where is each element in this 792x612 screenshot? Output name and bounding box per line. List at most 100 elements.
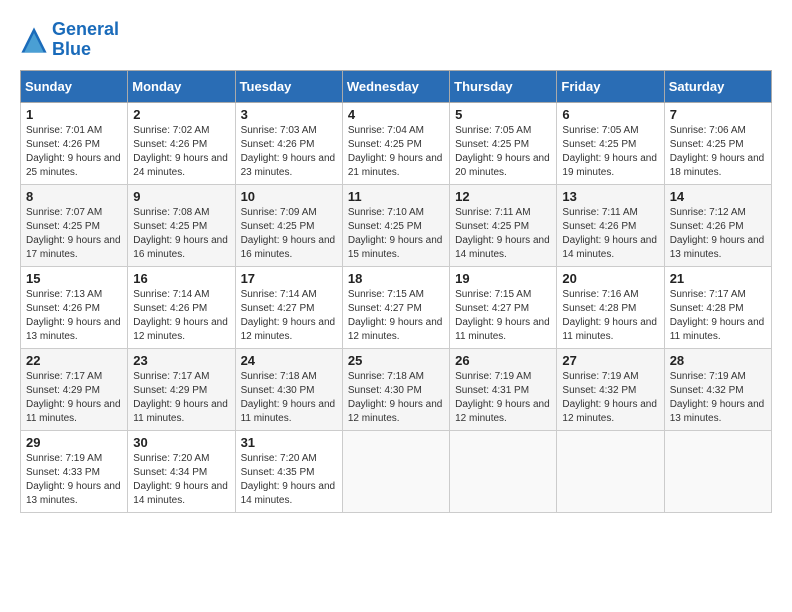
calendar-cell: 4 Sunrise: 7:04 AM Sunset: 4:25 PM Dayli…	[342, 102, 449, 184]
day-info: Sunrise: 7:20 AM Sunset: 4:35 PM Dayligh…	[241, 452, 337, 508]
day-number: 28	[670, 353, 766, 368]
day-info: Sunrise: 7:06 AM Sunset: 4:25 PM Dayligh…	[670, 124, 766, 180]
calendar-cell: 21 Sunrise: 7:17 AM Sunset: 4:28 PM Dayl…	[664, 266, 771, 348]
calendar-cell: 24 Sunrise: 7:18 AM Sunset: 4:30 PM Dayl…	[235, 348, 342, 430]
day-info: Sunrise: 7:19 AM Sunset: 4:32 PM Dayligh…	[670, 370, 766, 426]
calendar-cell: 23 Sunrise: 7:17 AM Sunset: 4:29 PM Dayl…	[128, 348, 235, 430]
day-number: 14	[670, 189, 766, 204]
logo-text: General Blue	[52, 20, 119, 60]
day-info: Sunrise: 7:18 AM Sunset: 4:30 PM Dayligh…	[241, 370, 337, 426]
calendar-cell: 22 Sunrise: 7:17 AM Sunset: 4:29 PM Dayl…	[21, 348, 128, 430]
day-info: Sunrise: 7:03 AM Sunset: 4:26 PM Dayligh…	[241, 124, 337, 180]
day-info: Sunrise: 7:04 AM Sunset: 4:25 PM Dayligh…	[348, 124, 444, 180]
calendar-cell: 15 Sunrise: 7:13 AM Sunset: 4:26 PM Dayl…	[21, 266, 128, 348]
day-info: Sunrise: 7:14 AM Sunset: 4:26 PM Dayligh…	[133, 288, 229, 344]
calendar-cell: 27 Sunrise: 7:19 AM Sunset: 4:32 PM Dayl…	[557, 348, 664, 430]
day-info: Sunrise: 7:09 AM Sunset: 4:25 PM Dayligh…	[241, 206, 337, 262]
calendar-cell: 3 Sunrise: 7:03 AM Sunset: 4:26 PM Dayli…	[235, 102, 342, 184]
day-number: 6	[562, 107, 658, 122]
calendar-cell: 11 Sunrise: 7:10 AM Sunset: 4:25 PM Dayl…	[342, 184, 449, 266]
calendar-cell: 14 Sunrise: 7:12 AM Sunset: 4:26 PM Dayl…	[664, 184, 771, 266]
day-number: 17	[241, 271, 337, 286]
day-number: 18	[348, 271, 444, 286]
day-info: Sunrise: 7:19 AM Sunset: 4:31 PM Dayligh…	[455, 370, 551, 426]
calendar-cell	[557, 430, 664, 512]
day-info: Sunrise: 7:15 AM Sunset: 4:27 PM Dayligh…	[455, 288, 551, 344]
day-info: Sunrise: 7:01 AM Sunset: 4:26 PM Dayligh…	[26, 124, 122, 180]
weekday-header-thursday: Thursday	[450, 70, 557, 102]
day-info: Sunrise: 7:14 AM Sunset: 4:27 PM Dayligh…	[241, 288, 337, 344]
day-info: Sunrise: 7:05 AM Sunset: 4:25 PM Dayligh…	[562, 124, 658, 180]
weekday-header-tuesday: Tuesday	[235, 70, 342, 102]
day-info: Sunrise: 7:02 AM Sunset: 4:26 PM Dayligh…	[133, 124, 229, 180]
day-info: Sunrise: 7:07 AM Sunset: 4:25 PM Dayligh…	[26, 206, 122, 262]
day-number: 9	[133, 189, 229, 204]
calendar-cell: 28 Sunrise: 7:19 AM Sunset: 4:32 PM Dayl…	[664, 348, 771, 430]
day-info: Sunrise: 7:08 AM Sunset: 4:25 PM Dayligh…	[133, 206, 229, 262]
weekday-header-wednesday: Wednesday	[342, 70, 449, 102]
day-number: 23	[133, 353, 229, 368]
day-number: 3	[241, 107, 337, 122]
calendar-cell: 26 Sunrise: 7:19 AM Sunset: 4:31 PM Dayl…	[450, 348, 557, 430]
day-number: 22	[26, 353, 122, 368]
calendar-cell: 12 Sunrise: 7:11 AM Sunset: 4:25 PM Dayl…	[450, 184, 557, 266]
calendar-cell: 25 Sunrise: 7:18 AM Sunset: 4:30 PM Dayl…	[342, 348, 449, 430]
day-number: 1	[26, 107, 122, 122]
logo: General Blue	[20, 20, 119, 60]
day-info: Sunrise: 7:20 AM Sunset: 4:34 PM Dayligh…	[133, 452, 229, 508]
day-number: 13	[562, 189, 658, 204]
day-info: Sunrise: 7:11 AM Sunset: 4:26 PM Dayligh…	[562, 206, 658, 262]
day-info: Sunrise: 7:13 AM Sunset: 4:26 PM Dayligh…	[26, 288, 122, 344]
day-info: Sunrise: 7:15 AM Sunset: 4:27 PM Dayligh…	[348, 288, 444, 344]
calendar-cell	[664, 430, 771, 512]
calendar-cell: 29 Sunrise: 7:19 AM Sunset: 4:33 PM Dayl…	[21, 430, 128, 512]
calendar-cell: 6 Sunrise: 7:05 AM Sunset: 4:25 PM Dayli…	[557, 102, 664, 184]
day-info: Sunrise: 7:17 AM Sunset: 4:29 PM Dayligh…	[26, 370, 122, 426]
day-number: 30	[133, 435, 229, 450]
day-info: Sunrise: 7:17 AM Sunset: 4:28 PM Dayligh…	[670, 288, 766, 344]
calendar-cell: 19 Sunrise: 7:15 AM Sunset: 4:27 PM Dayl…	[450, 266, 557, 348]
weekday-header-sunday: Sunday	[21, 70, 128, 102]
page-header: General Blue	[20, 20, 772, 60]
day-number: 11	[348, 189, 444, 204]
calendar-cell: 16 Sunrise: 7:14 AM Sunset: 4:26 PM Dayl…	[128, 266, 235, 348]
calendar-cell: 17 Sunrise: 7:14 AM Sunset: 4:27 PM Dayl…	[235, 266, 342, 348]
calendar-cell: 10 Sunrise: 7:09 AM Sunset: 4:25 PM Dayl…	[235, 184, 342, 266]
day-info: Sunrise: 7:11 AM Sunset: 4:25 PM Dayligh…	[455, 206, 551, 262]
calendar-cell: 7 Sunrise: 7:06 AM Sunset: 4:25 PM Dayli…	[664, 102, 771, 184]
calendar-cell: 1 Sunrise: 7:01 AM Sunset: 4:26 PM Dayli…	[21, 102, 128, 184]
logo-icon	[20, 26, 48, 54]
day-info: Sunrise: 7:17 AM Sunset: 4:29 PM Dayligh…	[133, 370, 229, 426]
calendar-cell: 30 Sunrise: 7:20 AM Sunset: 4:34 PM Dayl…	[128, 430, 235, 512]
day-number: 27	[562, 353, 658, 368]
calendar-cell: 13 Sunrise: 7:11 AM Sunset: 4:26 PM Dayl…	[557, 184, 664, 266]
calendar-cell	[342, 430, 449, 512]
day-number: 2	[133, 107, 229, 122]
day-info: Sunrise: 7:12 AM Sunset: 4:26 PM Dayligh…	[670, 206, 766, 262]
day-number: 10	[241, 189, 337, 204]
day-number: 8	[26, 189, 122, 204]
calendar-cell: 18 Sunrise: 7:15 AM Sunset: 4:27 PM Dayl…	[342, 266, 449, 348]
day-info: Sunrise: 7:05 AM Sunset: 4:25 PM Dayligh…	[455, 124, 551, 180]
day-number: 29	[26, 435, 122, 450]
day-number: 21	[670, 271, 766, 286]
day-number: 24	[241, 353, 337, 368]
weekday-header-monday: Monday	[128, 70, 235, 102]
day-number: 5	[455, 107, 551, 122]
day-number: 26	[455, 353, 551, 368]
calendar-cell: 20 Sunrise: 7:16 AM Sunset: 4:28 PM Dayl…	[557, 266, 664, 348]
day-number: 12	[455, 189, 551, 204]
day-number: 20	[562, 271, 658, 286]
day-info: Sunrise: 7:10 AM Sunset: 4:25 PM Dayligh…	[348, 206, 444, 262]
day-number: 31	[241, 435, 337, 450]
weekday-header-friday: Friday	[557, 70, 664, 102]
day-number: 4	[348, 107, 444, 122]
day-info: Sunrise: 7:19 AM Sunset: 4:32 PM Dayligh…	[562, 370, 658, 426]
day-info: Sunrise: 7:19 AM Sunset: 4:33 PM Dayligh…	[26, 452, 122, 508]
day-info: Sunrise: 7:16 AM Sunset: 4:28 PM Dayligh…	[562, 288, 658, 344]
calendar-cell: 9 Sunrise: 7:08 AM Sunset: 4:25 PM Dayli…	[128, 184, 235, 266]
day-info: Sunrise: 7:18 AM Sunset: 4:30 PM Dayligh…	[348, 370, 444, 426]
weekday-header-saturday: Saturday	[664, 70, 771, 102]
calendar-table: SundayMondayTuesdayWednesdayThursdayFrid…	[20, 70, 772, 513]
calendar-cell	[450, 430, 557, 512]
